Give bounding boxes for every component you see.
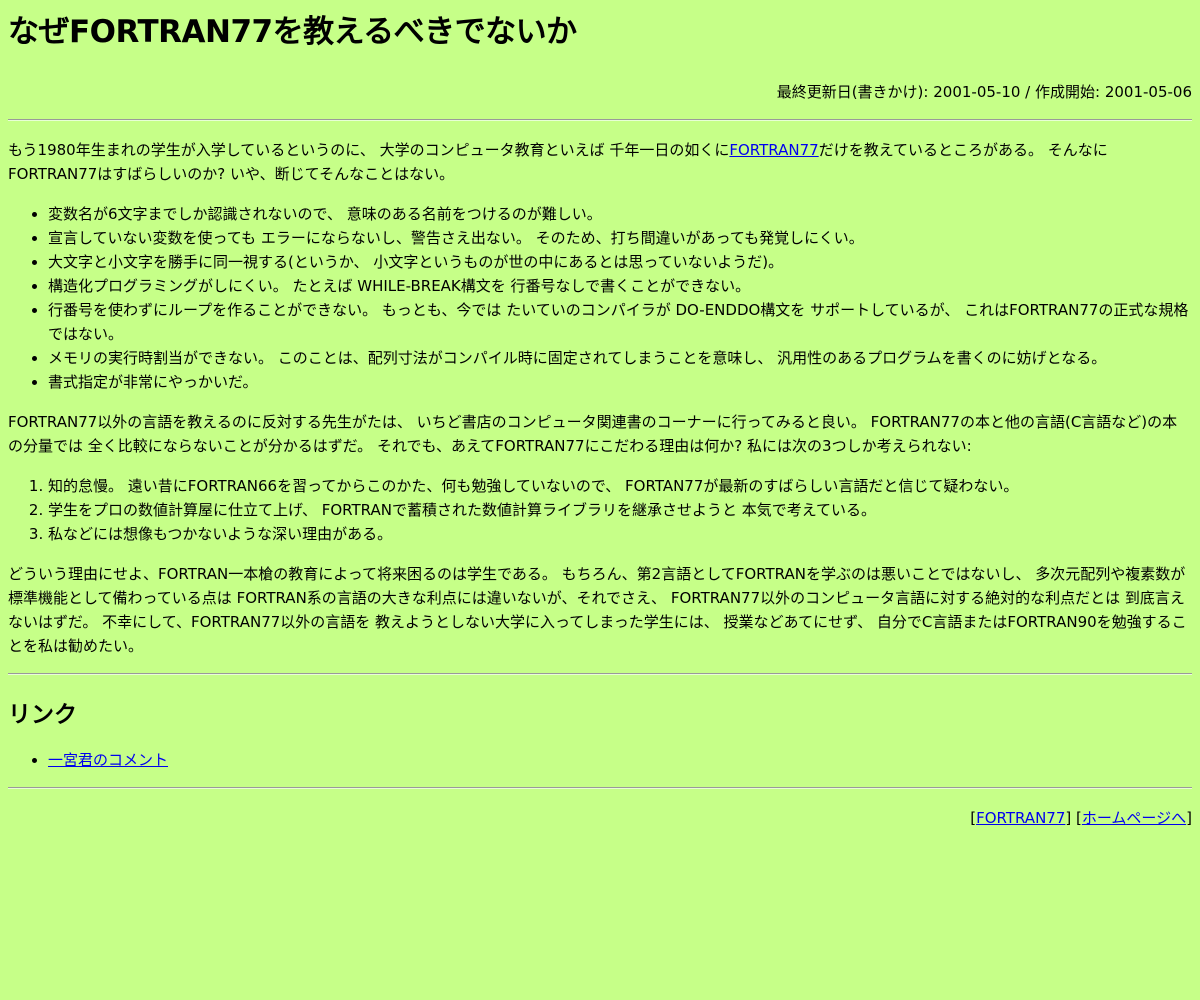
footer-nav: [FORTRAN77] [ホームページへ] <box>8 806 1192 830</box>
fortran77-link[interactable]: FORTRAN77 <box>729 141 818 159</box>
intro-text-before: もう1980年生まれの学生が入学しているというのに、 大学のコンピュータ教育とい… <box>8 141 730 159</box>
ichinomiya-comment-link[interactable]: 一宮君のコメント <box>48 751 168 769</box>
problem-item: メモリの実行時割当ができない。 このことは、配列寸法がコンパイル時に固定されてし… <box>48 346 1192 370</box>
home-page-link[interactable]: ホームページへ <box>1082 809 1186 827</box>
reasons-list: 知的怠慢。 遠い昔にFORTRAN66を習ってからこのかた、何も勉強していないの… <box>8 474 1192 546</box>
links-heading: リンク <box>8 702 77 728</box>
page: なぜFORTRAN77を教えるべきでないか 最終更新日(書きかけ): 2001-… <box>0 0 1200 830</box>
problem-item: 書式指定が非常にやっかいだ。 <box>48 370 1192 394</box>
reason-item: 私などには想像もつかないような深い理由がある。 <box>48 522 1192 546</box>
problems-list: 変数名が6文字までしか認識されないので、 意味のある名前をつけるのが難しい。 宣… <box>8 202 1192 394</box>
divider <box>8 787 1192 789</box>
bracket-close: ] <box>1186 809 1192 827</box>
list-item: 一宮君のコメント <box>48 748 1192 772</box>
problem-item: 宣言していない変数を使っても エラーにならないし、警告さえ出ない。 そのため、打… <box>48 226 1192 250</box>
divider <box>8 119 1192 121</box>
links-list: 一宮君のコメント <box>8 748 1192 772</box>
problem-item: 大文字と小文字を勝手に同一視する(というか、 小文字というものが世の中にあるとは… <box>48 250 1192 274</box>
last-updated: 最終更新日(書きかけ): 2001-05-10 / 作成開始: 2001-05-… <box>776 83 1192 101</box>
conclusion-paragraph: どういう理由にせよ、FORTRAN一本槍の教育によって将来困るのは学生である。 … <box>8 565 1187 655</box>
footer-fortran77-link[interactable]: FORTRAN77 <box>976 809 1065 827</box>
reason-item: 学生をプロの数値計算屋に仕立て上げ、 FORTRANで蓄積された数値計算ライブラ… <box>48 498 1192 522</box>
teachers-paragraph: FORTRAN77以外の言語を教えるのに反対する先生がたは、 いちど書店のコンピ… <box>8 413 1178 455</box>
problem-item: 行番号を使わずにループを作ることができない。 もっとも、今では たいていのコンパ… <box>48 298 1192 346</box>
page-title: なぜFORTRAN77を教えるべきでないか <box>8 14 577 50</box>
problem-item: 変数名が6文字までしか認識されないので、 意味のある名前をつけるのが難しい。 <box>48 202 1192 226</box>
reason-item: 知的怠慢。 遠い昔にFORTRAN66を習ってからこのかた、何も勉強していないの… <box>48 474 1192 498</box>
intro-paragraph: もう1980年生まれの学生が入学しているというのに、 大学のコンピュータ教育とい… <box>8 138 1192 186</box>
problem-item: 構造化プログラミングがしにくい。 たとえば WHILE-BREAK構文を 行番号… <box>48 274 1192 298</box>
